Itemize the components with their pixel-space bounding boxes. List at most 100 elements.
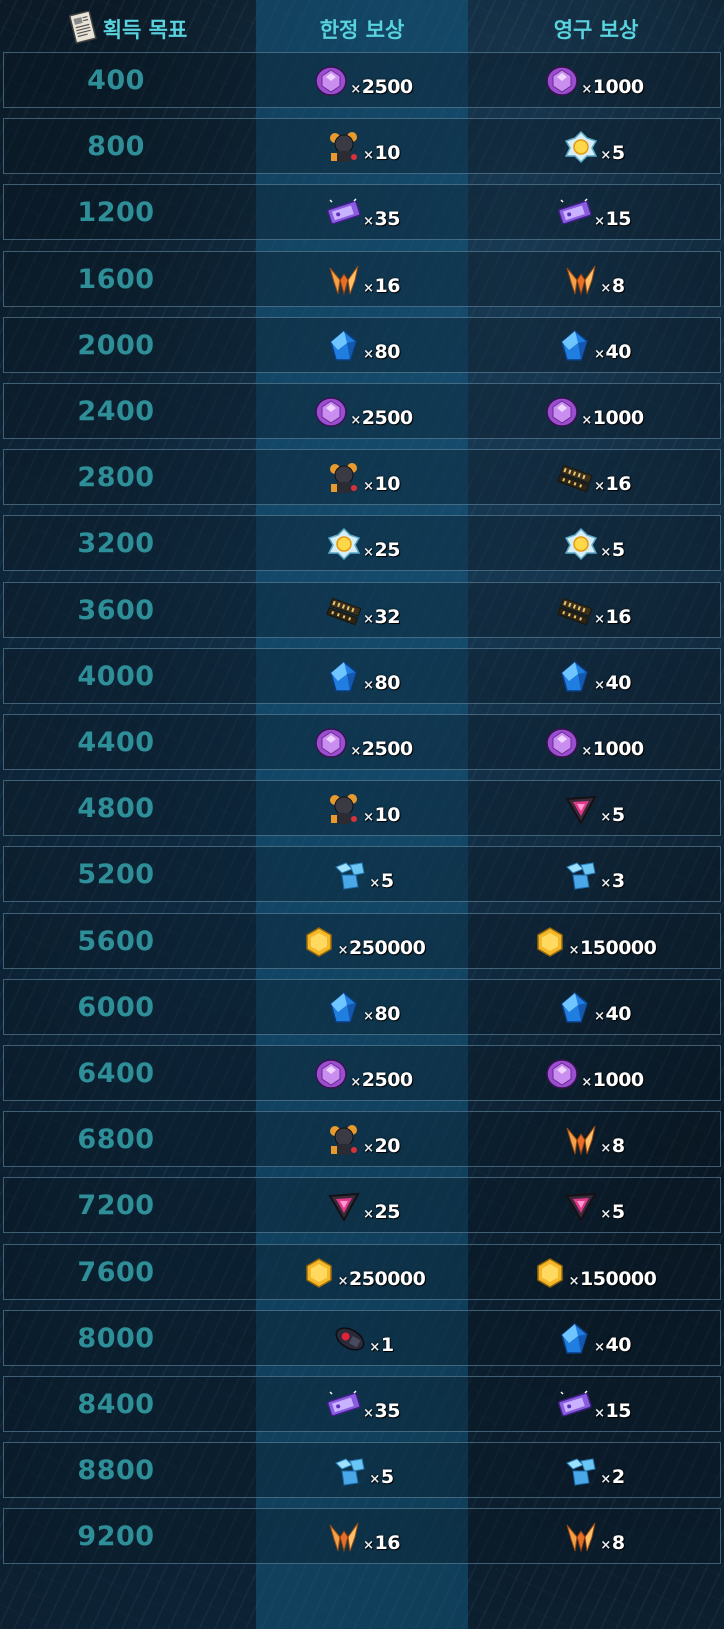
multiplier-sign: × [581, 744, 592, 759]
reward-quantity: ×2 [600, 1466, 625, 1488]
reward-quantity: ×1000 [581, 76, 644, 98]
quantity-value: 5 [611, 804, 625, 827]
blue-crystal-icon [557, 328, 593, 364]
goal-value: 1200 [77, 197, 155, 229]
reward-quantity: ×40 [594, 341, 631, 363]
blue-cubes-icon [563, 1453, 599, 1489]
quantity-value: 5 [380, 870, 394, 893]
permanent-reward-cell: ×1000 [469, 1046, 719, 1102]
multiplier-sign: × [350, 744, 361, 759]
quantity-value: 2500 [361, 738, 413, 760]
reward-quantity: ×5 [369, 870, 394, 893]
purple-orb-icon [544, 394, 580, 430]
multiplier-sign: × [363, 280, 374, 296]
goal-value: 5200 [77, 859, 155, 891]
permanent-reward-cell: ×8 [469, 252, 719, 308]
reward-row: 4000 ×80 ×40 [3, 647, 721, 705]
quantity-value: 150000 [580, 936, 657, 959]
pink-triangle-icon [326, 1188, 362, 1224]
reward-quantity: ×40 [594, 1003, 631, 1025]
limited-reward-cell: ×80 [257, 649, 469, 705]
pink-triangle-icon [563, 791, 599, 827]
quantity-value: 1000 [592, 407, 644, 429]
limited-reward-cell: ×32 [257, 583, 469, 639]
orange-crystal-icon [326, 1519, 362, 1555]
goal-value: 7200 [77, 1190, 155, 1222]
orange-crystal-icon [563, 1519, 599, 1555]
permanent-reward-cell: ×40 [469, 1311, 719, 1367]
multiplier-sign: × [369, 1339, 380, 1355]
multiplier-sign: × [363, 479, 374, 495]
reward-quantity: ×2500 [350, 407, 413, 429]
reward-quantity: ×15 [594, 1400, 631, 1422]
multiplier-sign: × [594, 1008, 605, 1024]
goal-value: 2800 [77, 462, 155, 494]
ticket-icon [326, 195, 362, 231]
quantity-value: 8 [611, 1532, 625, 1555]
reward-row: 7200 ×25 ×5 [3, 1177, 721, 1234]
dark-gadget-icon [332, 1321, 368, 1357]
quantity-value: 15 [605, 1400, 631, 1422]
permanent-reward-cell: ×5 [469, 516, 719, 572]
purple-orb-icon [544, 1056, 580, 1092]
multiplier-sign: × [600, 1207, 611, 1223]
pink-triangle-icon [563, 1188, 599, 1224]
reward-quantity: ×1000 [581, 738, 644, 760]
sun-chip-icon [326, 526, 362, 562]
goal-value: 400 [87, 65, 145, 96]
goal-value: 4400 [77, 727, 155, 758]
quantity-value: 40 [605, 1002, 631, 1025]
reward-quantity: ×32 [363, 606, 400, 628]
gold-coin-icon [301, 924, 337, 960]
multiplier-sign: × [363, 1406, 374, 1421]
blue-cubes-icon [332, 857, 368, 893]
permanent-reward-cell: ×5 [469, 1178, 719, 1234]
blue-cubes-icon [563, 857, 599, 893]
multiplier-sign: × [337, 942, 349, 958]
reward-quantity: ×5 [369, 1466, 394, 1488]
reward-quantity: ×80 [363, 341, 400, 363]
permanent-reward-cell: ×1000 [469, 53, 719, 109]
goal-value: 2400 [77, 396, 155, 427]
limited-reward-cell: ×2500 [257, 1046, 469, 1102]
reward-row: 4400 ×2500 ×1000 [3, 714, 721, 770]
reward-quantity: ×25 [363, 1201, 400, 1223]
blue-crystal-icon [557, 990, 593, 1026]
limited-reward-cell: ×20 [257, 1112, 469, 1168]
quantity-value: 8 [611, 1135, 625, 1158]
character-token-icon [326, 791, 362, 827]
quantity-value: 80 [374, 1002, 400, 1025]
permanent-reward-cell: ×40 [469, 649, 719, 705]
quantity-value: 32 [374, 605, 400, 628]
quantity-value: 250000 [349, 1267, 426, 1290]
multiplier-sign: × [581, 82, 592, 97]
sun-chip-icon [563, 129, 599, 165]
reward-quantity: ×5 [600, 539, 625, 561]
multiplier-sign: × [363, 810, 374, 826]
reward-row: 1600 ×16 ×8 [3, 250, 721, 308]
reward-quantity: ×20 [363, 1135, 400, 1157]
quantity-value: 25 [374, 1201, 400, 1224]
limited-reward-cell: ×1 [257, 1311, 469, 1367]
reward-quantity: ×5 [600, 1201, 625, 1223]
reward-row: 7600 ×250000 ×150000 [3, 1243, 721, 1301]
limited-reward-cell: ×5 [257, 847, 469, 903]
orange-crystal-icon [563, 262, 599, 298]
quantity-value: 1000 [592, 1069, 644, 1091]
table-header: 획득 목표 한정 보상 영구 보상 [0, 0, 724, 54]
multiplier-sign: × [600, 280, 611, 296]
goal-value: 4000 [77, 660, 155, 692]
quantity-value: 8 [611, 274, 625, 297]
reward-quantity: ×150000 [569, 937, 657, 959]
reward-quantity: ×16 [594, 606, 631, 628]
ticket-icon [557, 1387, 593, 1423]
multiplier-sign: × [581, 413, 592, 428]
multiplier-sign: × [363, 346, 374, 362]
permanent-reward-cell: ×150000 [469, 914, 719, 970]
quantity-value: 25 [374, 539, 400, 562]
reward-row: 2400 ×2500 ×1000 [3, 383, 721, 439]
permanent-reward-cell: ×150000 [469, 1245, 719, 1301]
goal-value: 800 [87, 131, 145, 163]
quantity-value: 150000 [580, 1267, 657, 1290]
quantity-value: 3 [611, 870, 625, 893]
